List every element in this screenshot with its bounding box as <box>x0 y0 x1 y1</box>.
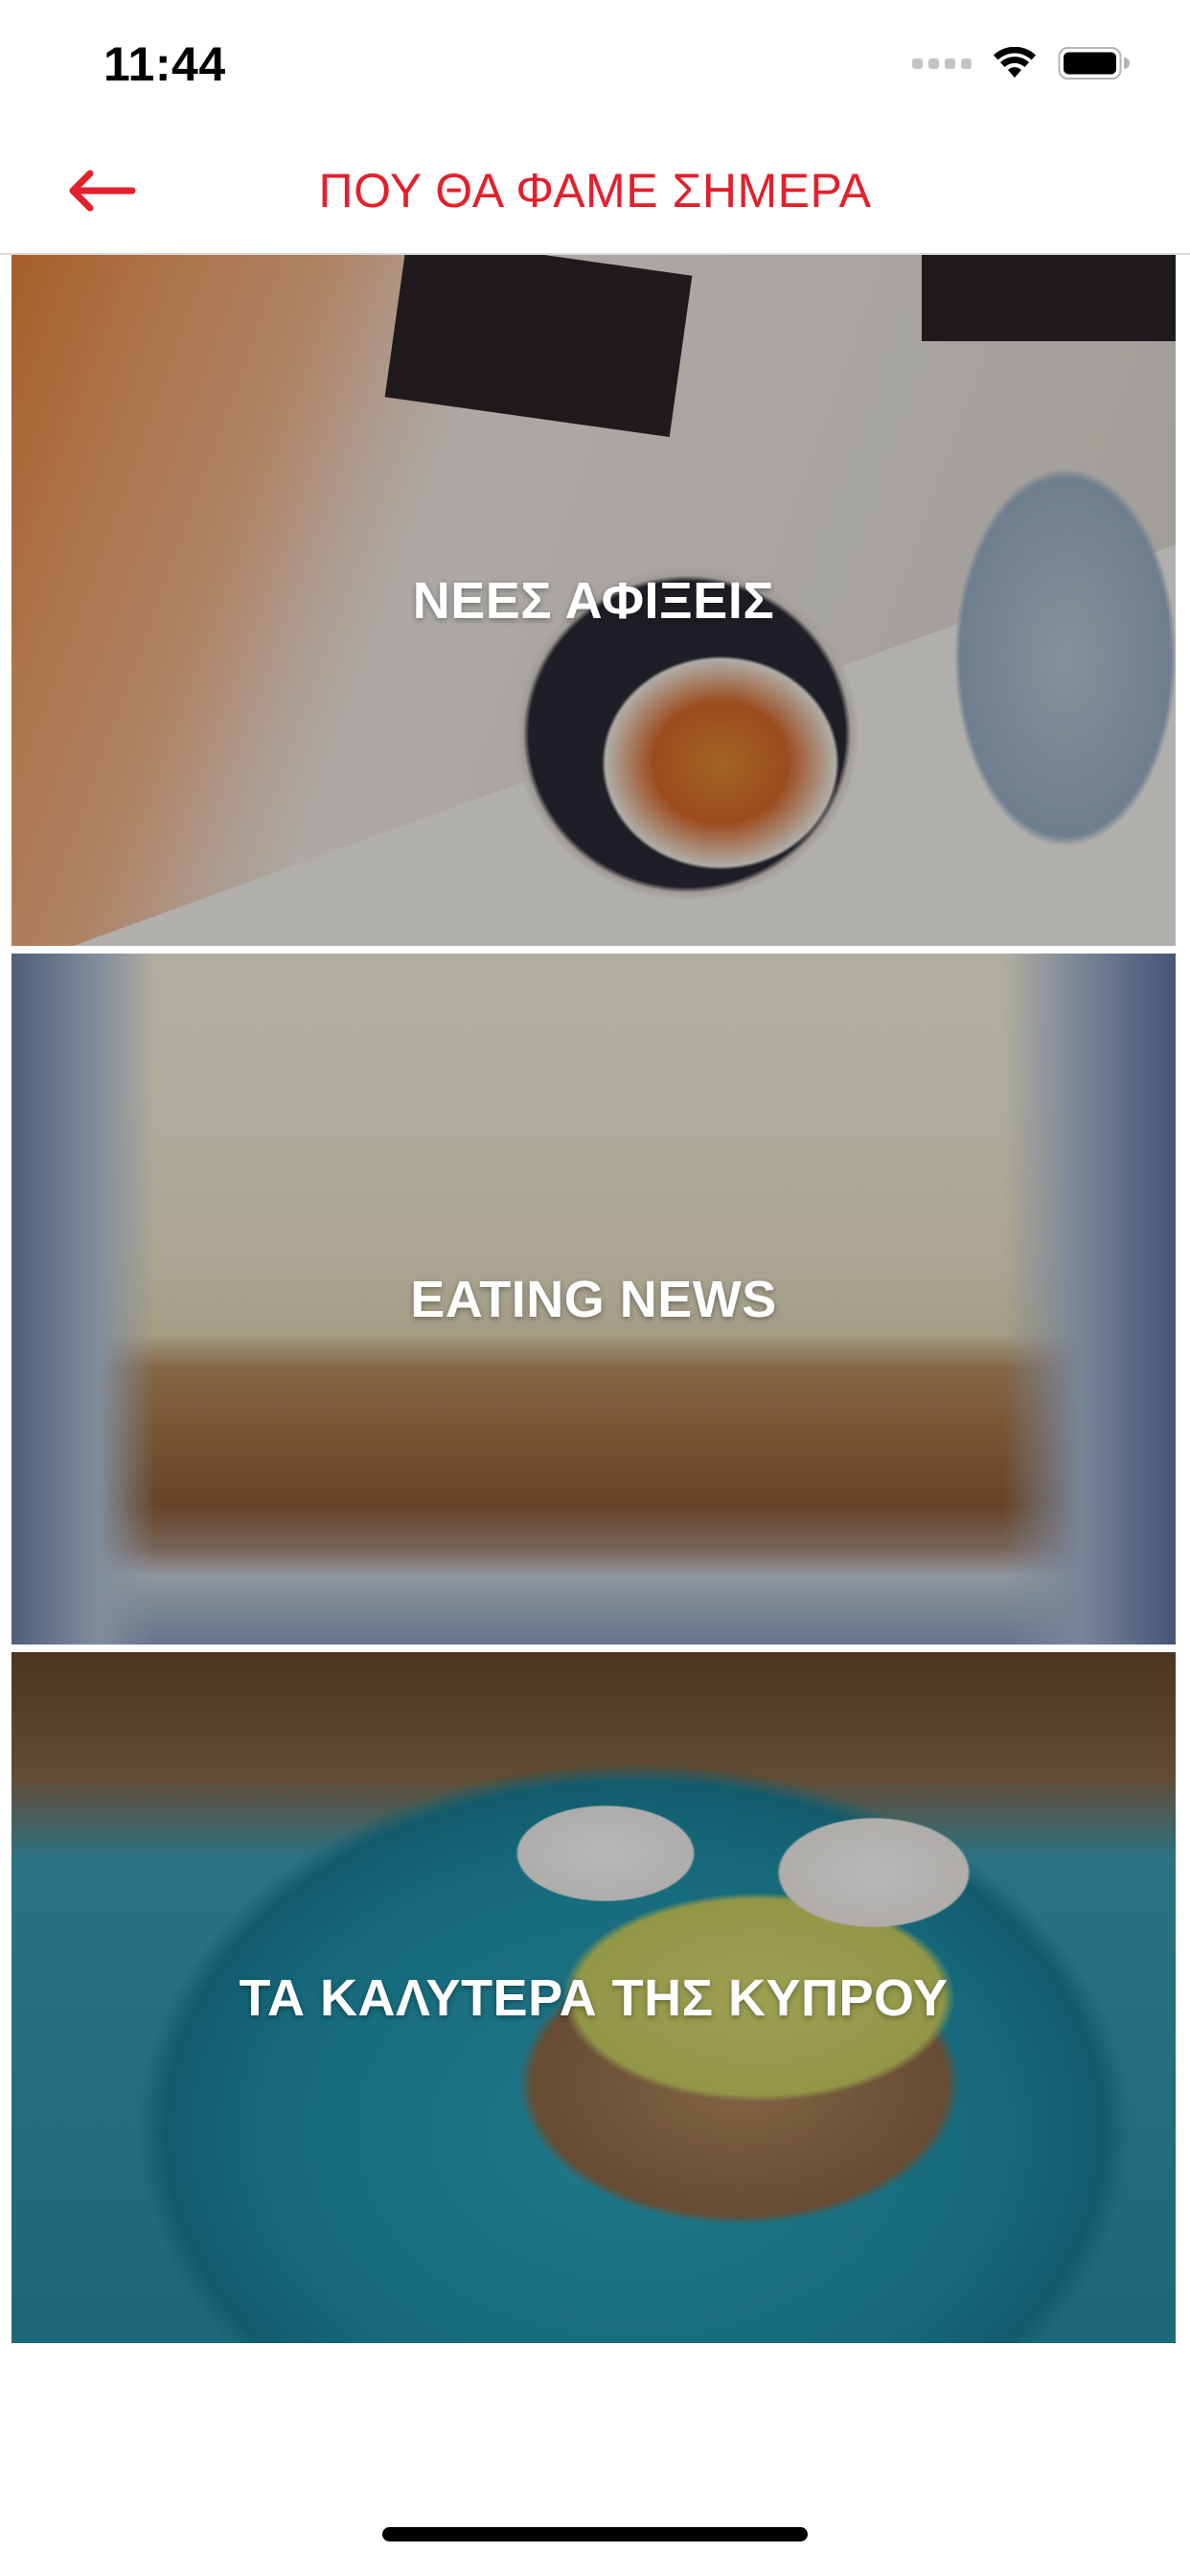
category-card-eating-news[interactable]: EATING NEWS <box>11 954 1176 1644</box>
card-label: ΤΑ ΚΑΛΥΤΕΡΑ ΤΗΣ ΚΥΠΡΟΥ <box>239 1968 949 2027</box>
page-title: ΠΟΥ ΘΑ ΦΑΜΕ ΣΗΜΕΡΑ <box>318 164 872 218</box>
navigation-bar: ΠΟΥ ΘΑ ΦΑΜΕ ΣΗΜΕΡΑ <box>0 126 1190 255</box>
card-label: EATING NEWS <box>410 1270 777 1328</box>
card-label: ΝΕΕΣ ΑΦΙΞΕΙΣ <box>412 571 775 630</box>
category-card-best-of-cyprus[interactable]: ΤΑ ΚΑΛΥΤΕΡΑ ΤΗΣ ΚΥΠΡΟΥ <box>11 1652 1176 2343</box>
battery-icon <box>1058 47 1130 80</box>
cellular-signal-icon <box>912 58 972 69</box>
screen: 11:44 ΠΟΥ ΘΑ ΦΑΜΕ ΣΗΜΕΡΑ ΝΕΕΣ ΑΦΙΞΕΙΣ EA… <box>0 0 1190 2576</box>
home-indicator <box>382 2527 808 2542</box>
category-list: ΝΕΕΣ ΑΦΙΞΕΙΣ EATING NEWS ΤΑ ΚΑΛΥΤΕΡΑ ΤΗΣ… <box>11 255 1176 2351</box>
status-bar: 11:44 <box>0 0 1190 126</box>
category-card-new-arrivals[interactable]: ΝΕΕΣ ΑΦΙΞΕΙΣ <box>11 255 1176 946</box>
status-time: 11:44 <box>103 37 226 91</box>
wifi-icon <box>994 47 1036 78</box>
status-icons <box>912 46 1131 80</box>
